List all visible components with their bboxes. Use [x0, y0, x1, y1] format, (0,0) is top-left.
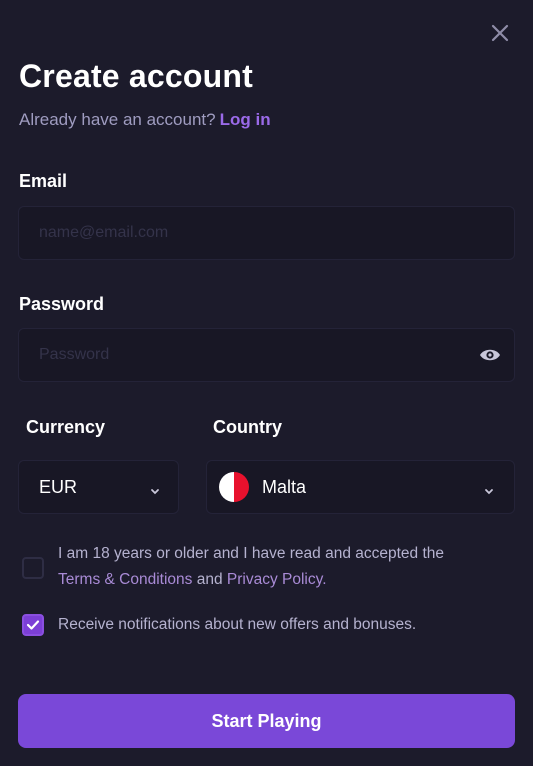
country-chevron-down-icon	[484, 483, 494, 495]
checkmark-icon	[26, 620, 40, 630]
login-prompt-row: Already have an account? Log in	[19, 110, 271, 130]
currency-chevron-down-icon	[150, 483, 160, 495]
close-icon[interactable]	[488, 21, 512, 45]
terms-checkbox[interactable]	[22, 557, 44, 579]
terms-text: I am 18 years or older and I have read a…	[58, 541, 518, 593]
create-account-dialog: Create account Already have an account? L…	[0, 0, 533, 766]
terms-and-text: and	[196, 571, 223, 588]
currency-selected-value: EUR	[39, 477, 78, 497]
country-select[interactable]: Malta	[206, 460, 515, 514]
start-playing-button[interactable]: Start Playing	[18, 694, 515, 748]
password-input[interactable]	[39, 329, 464, 381]
terms-conditions-link[interactable]: Terms & Conditions	[58, 571, 192, 588]
email-label: Email	[19, 171, 68, 191]
currency-label: Currency	[26, 417, 106, 437]
password-label: Password	[19, 294, 105, 314]
malta-flag-icon	[219, 472, 249, 502]
country-label: Country	[213, 417, 282, 437]
dialog-title: Create account	[19, 58, 253, 94]
country-selected-value: Malta	[262, 477, 307, 497]
email-field-container	[18, 206, 515, 260]
login-link[interactable]: Log in	[220, 110, 271, 129]
show-password-eye-icon[interactable]	[478, 345, 502, 365]
terms-prefix-text: I am 18 years or older and I have read a…	[58, 545, 445, 562]
email-input[interactable]	[39, 207, 464, 259]
currency-select[interactable]: EUR	[18, 460, 179, 514]
login-prompt-text: Already have an account?	[19, 110, 216, 129]
notifications-text: Receive notifications about new offers a…	[58, 616, 417, 633]
password-field-container	[18, 328, 515, 382]
notifications-checkbox[interactable]	[22, 614, 44, 636]
privacy-policy-link[interactable]: Privacy Policy.	[227, 571, 327, 588]
